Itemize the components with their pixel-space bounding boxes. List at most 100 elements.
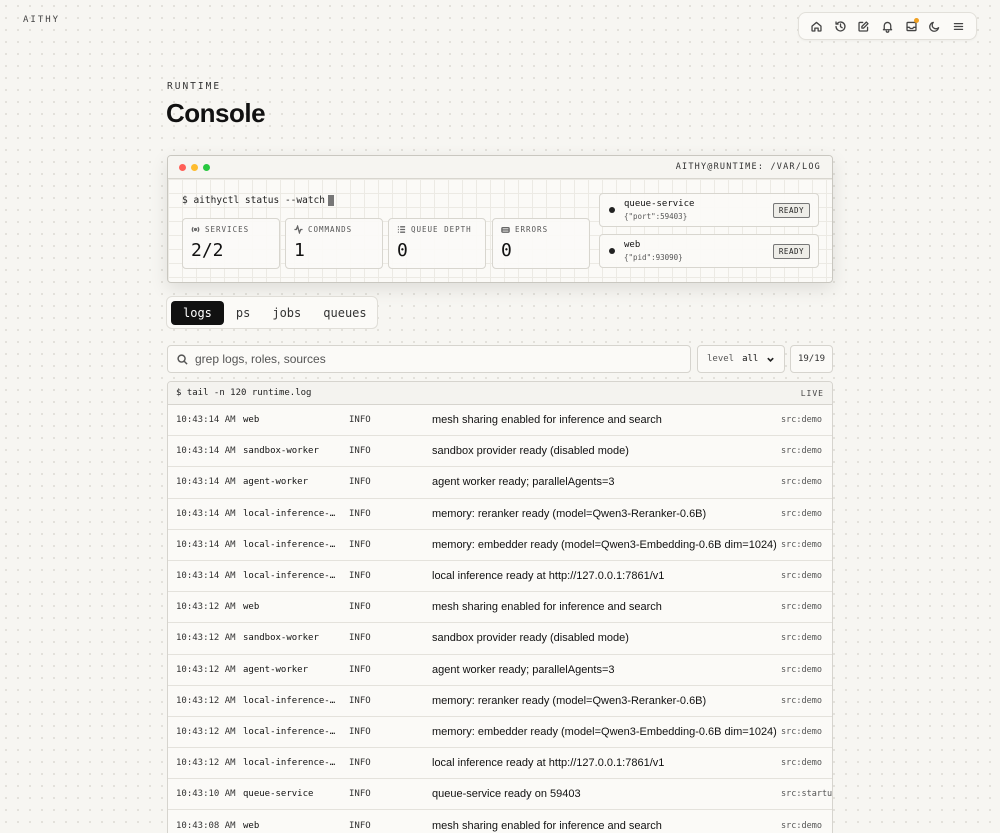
status-terminal: AITHY@RUNTIME: /VAR/LOG $ aithyctl statu… [167,155,833,283]
log-source: local-inference-worker [243,571,339,582]
log-message: agent worker ready; parallelAgents=3 [432,476,615,489]
window-close-dot[interactable] [179,163,186,171]
log-row[interactable]: 10:43:14 AM agent-worker INFO agent worker … [168,467,832,499]
log-level: INFO [349,415,371,426]
section-eyebrow: RUNTIME [167,81,222,92]
log-source: queue-service [243,789,314,800]
theme-toggle-button[interactable] [925,16,945,36]
tab-logs[interactable]: logs [171,300,224,325]
window-minimize-dot[interactable] [191,163,198,171]
log-source: web [243,415,260,426]
service-status-dot [609,207,615,213]
log-row[interactable]: 10:43:12 AM sandbox-worker INFO sandbox pro… [168,623,832,655]
log-level: INFO [349,477,371,488]
log-row[interactable]: 10:43:12 AM local-inference-worker INFO mem… [168,717,832,749]
log-row[interactable]: 10:43:12 AM web INFO mesh sharing enabled f… [168,592,832,624]
search-icon [177,353,188,365]
log-panel: $ tail -n 120 runtime.log LIVE 10:43:14 … [167,381,833,833]
list-icon [397,226,406,233]
service-meta: {"pid":93090} [624,253,683,262]
home-button[interactable] [807,16,827,36]
log-row[interactable]: 10:43:14 AM web INFO mesh sharing enabled f… [168,405,832,437]
log-time: 10:43:14 AM [176,477,236,488]
log-source: sandbox-worker [243,633,319,644]
stat-queue-depth: QUEUE DEPTH 0 [388,218,486,269]
edit-button[interactable] [854,16,874,36]
service-status-dot [609,248,615,254]
history-button[interactable] [830,16,850,36]
search-input[interactable] [195,352,675,366]
tab-queues[interactable]: queues [313,301,376,325]
service-name: web [624,240,641,250]
notifications-button[interactable] [877,16,897,36]
log-time: 10:43:12 AM [176,758,236,769]
edit-icon [858,20,870,32]
log-tag: src:demo [781,633,822,644]
log-level: INFO [349,539,371,550]
notification-dot [914,18,920,23]
log-time: 10:43:14 AM [176,571,236,582]
log-time: 10:43:10 AM [176,789,236,800]
log-level: INFO [349,758,371,769]
stat-value: 0 [501,240,512,261]
stat-value: 2/2 [191,240,224,261]
log-message: sandbox provider ready (disabled mode) [432,445,629,458]
level-select[interactable]: level all [697,345,785,373]
log-row[interactable]: 10:43:12 AM local-inference-worker INFO mem… [168,686,832,717]
log-level: INFO [349,726,371,737]
log-source: agent-worker [243,664,309,675]
log-row[interactable]: 10:43:14 AM sandbox-worker INFO sandbox pro… [168,436,832,468]
log-level: INFO [349,602,371,613]
log-level: INFO [349,664,371,675]
log-level: INFO [349,633,371,644]
service-status-badge: READY [772,243,810,259]
log-row[interactable]: 10:43:08 AM web INFO mesh sharing enabled f… [168,810,832,833]
log-message: queue-service ready on 59403 [432,788,581,801]
service-card-queue-service[interactable]: queue-service {"port":59403} READY [599,193,819,227]
log-tag: src:demo [781,539,822,550]
stat-value: 1 [294,240,305,261]
log-row[interactable]: 10:43:14 AM local-inference-worker INFO loc… [168,561,832,593]
bell-icon [882,21,893,33]
console-tabs: logs ps jobs queues [166,296,378,329]
log-tag: src:demo [781,820,822,831]
window-maximize-dot[interactable] [203,163,210,171]
log-tag: src:demo [781,477,822,488]
log-row[interactable]: 10:43:14 AM local-inference-worker INFO mem… [168,499,832,530]
brand-logo[interactable]: AITHY [23,15,60,25]
activity-icon [294,225,303,234]
log-level: INFO [349,571,371,582]
log-message: mesh sharing enabled for inference and s… [432,819,662,832]
live-indicator: LIVE [800,388,824,398]
tab-jobs[interactable]: jobs [262,301,311,325]
tab-ps[interactable]: ps [226,301,260,325]
log-level: INFO [349,446,371,457]
log-tag: src:demo [781,508,822,519]
log-message: mesh sharing enabled for inference and s… [432,601,662,614]
stat-label: SERVICES [205,225,250,234]
log-source: agent-worker [243,477,309,488]
menu-icon [953,22,963,30]
log-row[interactable]: 10:43:14 AM local-inference-worker INFO mem… [168,530,832,561]
log-row[interactable]: 10:43:12 AM local-inference-worker INFO loc… [168,748,832,780]
log-message: memory: reranker ready (model=Qwen3-Rera… [432,694,707,707]
level-value: all [742,354,759,364]
radio-tower-icon [191,226,200,233]
log-level: INFO [349,695,371,706]
inbox-button[interactable] [901,16,921,36]
log-time: 10:43:14 AM [176,508,236,519]
log-tag: src:demo [781,664,822,675]
log-row[interactable]: 10:43:10 AM queue-service INFO queue-servic… [168,779,833,811]
log-time: 10:43:12 AM [176,633,236,644]
log-time: 10:43:12 AM [176,664,236,675]
log-tag: src:demo [781,726,822,737]
service-card-web[interactable]: web {"pid":93090} READY [599,234,819,268]
terminal-command: $ aithyctl status --watch [182,195,334,206]
log-row[interactable]: 10:43:12 AM agent-worker INFO agent worker … [168,655,832,686]
chevron-down-icon [767,357,774,362]
log-message: memory: embedder ready (model=Qwen3-Embe… [432,725,777,738]
log-tag: src:startup [781,789,833,800]
log-search[interactable] [167,345,691,373]
menu-button[interactable] [948,16,968,36]
log-time: 10:43:14 AM [176,415,236,426]
